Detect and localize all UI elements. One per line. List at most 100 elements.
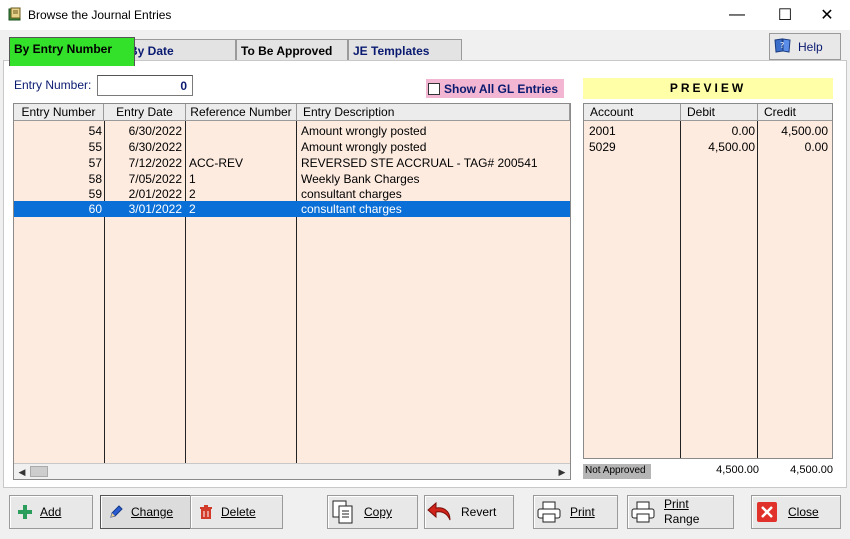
column-header-entry-date[interactable]: Entry Date [104, 104, 186, 121]
column-header-reference-number[interactable]: Reference Number [186, 104, 297, 121]
cell-entry-number: 55 [88, 140, 102, 154]
show-all-label: Show All GL Entries [444, 81, 559, 96]
column-header-entry-description[interactable]: Entry Description [297, 104, 570, 121]
close-button[interactable]: Close [751, 495, 841, 529]
svg-text:?: ? [780, 41, 784, 50]
cell-entry-number: 57 [88, 156, 102, 170]
cell-description: REVERSED STE ACCRUAL - TAG# 200541 [301, 156, 538, 170]
column-header-debit: Debit [681, 104, 758, 121]
tab-je-templates[interactable]: JE Templates [348, 39, 462, 60]
preview-title: PREVIEW [583, 78, 833, 99]
cell-credit: 4,500.00 [781, 124, 828, 138]
maximize-button[interactable]: ☐ [762, 0, 808, 30]
approval-status: Not Approved [583, 464, 651, 479]
total-debit: 4,500.00 [716, 464, 759, 476]
scroll-thumb[interactable] [30, 466, 48, 477]
help-button[interactable]: ? Help [769, 33, 841, 60]
title-bar: Browse the Journal Entries — ☐ ✕ [0, 0, 850, 30]
table-row[interactable]: 58 7/05/2022 1 Weekly Bank Charges [14, 171, 570, 187]
entry-number-label: Entry Number: [14, 78, 92, 92]
cell-entry-number: 54 [88, 124, 102, 138]
cell-debit: 4,500.00 [708, 140, 755, 154]
pencil-icon [101, 497, 131, 527]
show-all-gl-entries-checkbox[interactable]: Show All GL Entries [426, 79, 564, 98]
cell-reference: 2 [189, 202, 196, 216]
print-label: Print [570, 505, 595, 519]
delete-label: Delete [221, 505, 256, 519]
cell-account: 5029 [589, 140, 616, 154]
tab-by-date[interactable]: By Date [124, 39, 236, 60]
cell-reference: 2 [189, 187, 196, 201]
cell-description: Weekly Bank Charges [301, 172, 420, 186]
cell-entry-date: 7/05/2022 [128, 172, 182, 186]
print-range-button[interactable]: Print Range [627, 495, 734, 529]
cell-debit: 0.00 [731, 124, 755, 138]
cell-entry-date: 3/01/2022 [128, 202, 182, 216]
total-credit: 4,500.00 [790, 464, 833, 476]
column-header-account: Account [584, 104, 681, 121]
entry-number-input[interactable]: 0 [97, 75, 193, 96]
close-icon: ✕ [820, 7, 834, 24]
close-window-button[interactable]: ✕ [804, 0, 850, 30]
cell-entry-number: 58 [88, 172, 102, 186]
tab-to-be-approved[interactable]: To Be Approved [236, 39, 348, 60]
close-x-icon [752, 497, 782, 527]
cell-entry-date: 6/30/2022 [128, 140, 182, 154]
cell-description: Amount wrongly posted [301, 124, 427, 138]
cell-description: Amount wrongly posted [301, 140, 427, 154]
plus-icon [10, 497, 40, 527]
cell-entry-date: 6/30/2022 [128, 124, 182, 138]
table-row[interactable]: 54 6/30/2022 Amount wrongly posted [14, 123, 570, 139]
preview-grid: Account Debit Credit 2001 0.00 4,500.00 … [583, 103, 833, 459]
cell-reference: 1 [189, 172, 196, 186]
horizontal-scrollbar[interactable]: ◀ ▶ [14, 463, 570, 479]
revert-label: Revert [461, 505, 497, 519]
cell-credit: 0.00 [804, 140, 828, 154]
scroll-right-icon[interactable]: ▶ [556, 466, 568, 478]
delete-button[interactable]: Delete [190, 495, 283, 529]
journal-entries-grid[interactable]: Entry Number Entry Date Reference Number… [13, 103, 571, 480]
column-header-credit: Credit [764, 105, 797, 119]
cell-description: consultant charges [301, 187, 402, 201]
close-label: Close [788, 505, 819, 519]
print-button[interactable]: Print [533, 495, 618, 529]
maximize-icon: ☐ [777, 7, 793, 24]
scroll-left-icon[interactable]: ◀ [16, 466, 28, 478]
table-row[interactable]: 59 2/01/2022 2 consultant charges [14, 186, 570, 202]
tab-by-entry-number[interactable]: By Entry Number [9, 37, 135, 66]
column-divider [757, 121, 758, 458]
minimize-icon: — [729, 6, 745, 23]
copy-label: Copy [364, 505, 393, 519]
change-label: Change [131, 505, 174, 519]
journal-browser-window: Browse the Journal Entries — ☐ ✕ By Entr… [0, 0, 850, 539]
add-label: Add [40, 505, 62, 519]
table-row[interactable]: 55 6/30/2022 Amount wrongly posted [14, 139, 570, 155]
print-range-line2: Range [664, 512, 700, 526]
add-button[interactable]: Add [9, 495, 93, 529]
print-range-label: Print Range [664, 497, 699, 527]
table-row[interactable]: 57 7/12/2022 ACC-REV REVERSED STE ACCRUA… [14, 155, 570, 171]
copy-icon [328, 497, 358, 527]
revert-button[interactable]: Revert [424, 495, 514, 529]
print-range-line1: Print [664, 497, 689, 511]
cell-reference: ACC-REV [189, 156, 244, 170]
cell-entry-date: 2/01/2022 [128, 187, 182, 201]
app-icon [8, 7, 22, 21]
printer-icon [534, 497, 564, 527]
change-button[interactable]: Change [100, 495, 191, 529]
copy-button[interactable]: Copy [327, 495, 418, 529]
help-book-icon: ? [774, 37, 792, 56]
table-row-selected[interactable]: 60 3/01/2022 2 consultant charges [14, 201, 570, 217]
help-label: Help [798, 39, 823, 54]
cell-entry-number: 59 [88, 187, 102, 201]
preview-header: Account Debit Credit [584, 104, 832, 121]
revert-arrow-icon [425, 497, 455, 527]
column-header-entry-number[interactable]: Entry Number [14, 104, 104, 121]
trash-icon [191, 497, 221, 527]
printer-range-icon [628, 497, 658, 527]
cell-entry-date: 7/12/2022 [128, 156, 182, 170]
checkbox-icon[interactable] [428, 82, 440, 95]
preview-row: 5029 4,500.00 0.00 [584, 139, 832, 155]
grid-header: Entry Number Entry Date Reference Number… [14, 104, 570, 121]
minimize-button[interactable]: — [714, 0, 760, 30]
